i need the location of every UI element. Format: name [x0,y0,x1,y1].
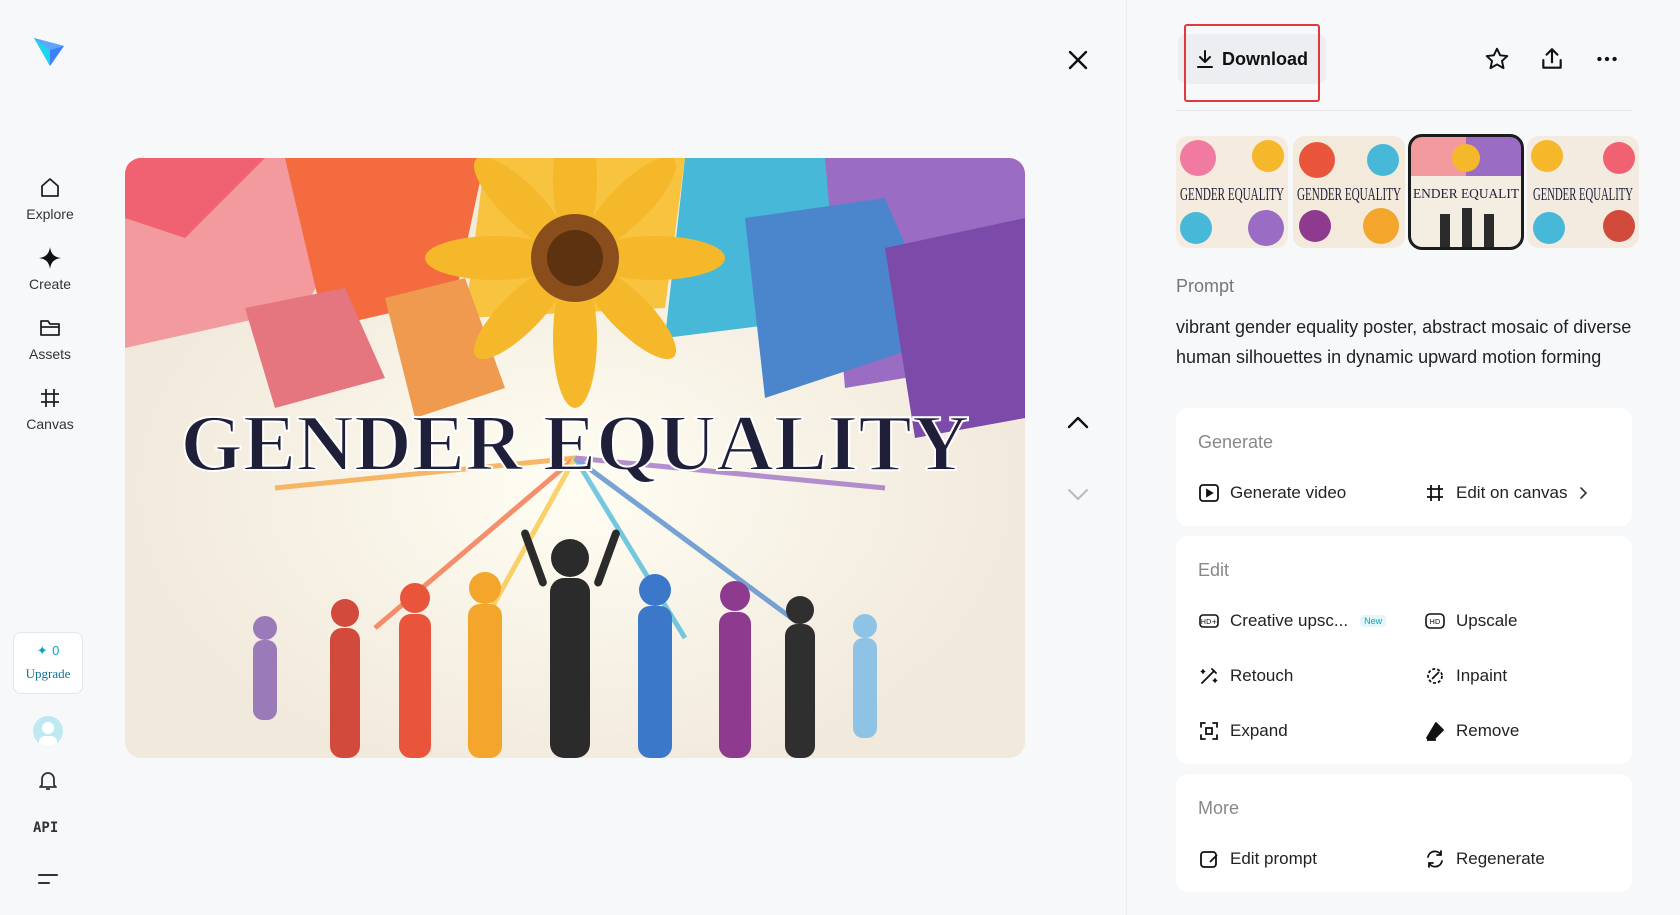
generate-video-button[interactable]: Generate video [1198,482,1346,504]
thumbnail-3-selected[interactable]: ENDER EQUALIT [1408,134,1524,250]
edit-on-canvas-label: Edit on canvas [1456,483,1568,502]
thumbnail-2[interactable]: GENDER EQUALITY [1293,136,1405,248]
regenerate-icon [1427,850,1443,868]
nav-explore[interactable]: Explore [0,176,100,222]
edit-title: Edit [1198,560,1230,580]
sparkle-icon [39,247,61,269]
edit-card: Edit HD+ Creative upsc... New HD Upscale… [1176,536,1632,764]
magic-wand-icon [1200,668,1218,684]
more-card: More Edit prompt Regenerate [1176,774,1632,892]
new-badge: New [1360,615,1387,627]
generate-video-label: Generate video [1230,483,1347,502]
api-link[interactable]: API [33,820,58,836]
nav-create[interactable]: Create [0,246,100,292]
panel-divider [1126,0,1127,915]
credits-sparkle-icon: ✦ [36,643,48,658]
nav-canvas[interactable]: Canvas [0,386,100,432]
close-icon[interactable] [1066,48,1090,72]
edit-prompt-icon [1200,851,1218,868]
nav-explore-label: Explore [26,206,74,222]
chevron-right-icon [1579,487,1587,499]
edit-on-canvas-button[interactable]: Edit on canvas [1424,482,1590,504]
canvas-icon [1427,485,1443,501]
download-button[interactable]: Download [1178,34,1326,84]
credits-count: ✦ 0 [36,643,60,658]
thumbnail-1[interactable]: GENDER EQUALITY [1176,136,1288,248]
star-icon[interactable] [1484,46,1510,72]
download-label: Download [1222,48,1308,69]
nav-assets-label: Assets [28,346,71,362]
share-icon[interactable] [1539,46,1565,72]
thumbnail-text: GENDER EQUALITY [1533,184,1633,204]
nav-create-label: Create [28,276,72,292]
upscale-button[interactable]: HD Upscale [1424,610,1517,632]
app-logo[interactable] [30,32,66,68]
home-icon [41,178,59,197]
eraser-icon [1426,722,1444,741]
expand-button[interactable]: Expand [1198,720,1288,742]
generate-title: Generate [1198,432,1274,452]
next-image-icon[interactable] [1066,484,1090,504]
download-icon [1197,50,1213,68]
thumbnail-text: GENDER EQUALITY [1297,184,1401,204]
remove-button[interactable]: Remove [1424,720,1519,742]
menu-icon[interactable] [37,870,59,888]
edit-prompt-label: Edit prompt [1230,849,1317,868]
main-image: GENDER EQUALITY [125,158,1025,758]
upgrade-label: Upgrade [25,666,71,681]
generate-card: Generate Generate video Edit on canvas [1176,408,1632,526]
creative-upscale-button[interactable]: HD+ Creative upsc... New [1198,610,1387,632]
thumbnail-4[interactable]: GENDER EQUALITY [1527,136,1639,248]
regenerate-label: Regenerate [1456,849,1545,868]
upscale-label: Upscale [1456,611,1518,630]
inpaint-label: Inpaint [1456,666,1508,685]
nav-assets[interactable]: Assets [0,316,100,362]
hd-plus-icon: HD+ [1199,614,1219,628]
thumbnail-text: GENDER EQUALITY [1180,184,1284,204]
thumbnail-text: ENDER EQUALIT [1413,187,1519,202]
folder-icon [40,320,60,336]
more-title: More [1198,798,1240,818]
inpaint-icon [1427,668,1443,684]
svg-text:HD: HD [1430,618,1441,626]
prompt-label: Prompt [1176,276,1235,296]
creative-upscale-label: Creative upsc... [1230,611,1349,630]
retouch-label: Retouch [1230,666,1294,685]
video-icon [1199,484,1219,502]
remove-label: Remove [1456,721,1520,740]
svg-text:HD+: HD+ [1201,618,1218,626]
previous-image-icon[interactable] [1066,412,1090,432]
edit-prompt-button[interactable]: Edit prompt [1198,848,1317,870]
image-title-text: GENDER EQUALITY [180,400,969,488]
regenerate-button[interactable]: Regenerate [1424,848,1545,870]
bell-icon[interactable] [36,768,60,792]
nav-canvas-label: Canvas [26,416,74,432]
retouch-button[interactable]: Retouch [1198,665,1293,687]
more-options-icon[interactable] [1594,46,1620,72]
canvas-icon [41,389,59,407]
left-sidebar: Explore Create Assets Canvas ✦ 0 Upgrade… [0,0,100,915]
expand-label: Expand [1230,721,1288,740]
header-divider [1176,110,1632,111]
hd-icon: HD [1425,613,1445,629]
upgrade-box[interactable]: ✦ 0 Upgrade [13,632,83,694]
prompt-fade [1176,370,1632,382]
avatar[interactable] [33,716,63,746]
inpaint-button[interactable]: Inpaint [1424,665,1507,687]
expand-icon [1200,722,1218,740]
